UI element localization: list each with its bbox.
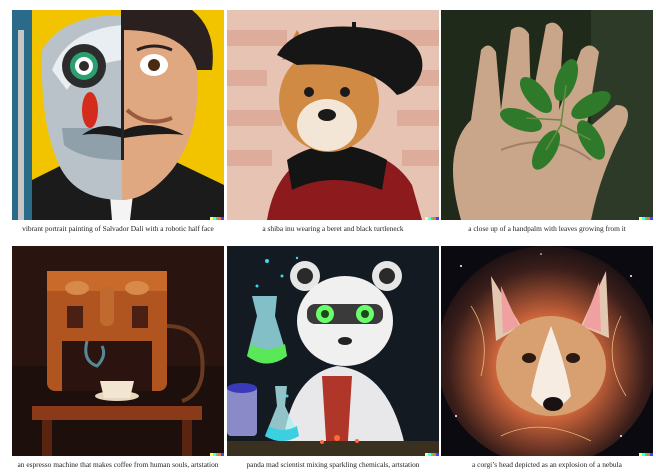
caption: a close up of a handpalm with leaves gro… [468,224,626,233]
hand-with-leaves-photo[interactable] [441,10,653,220]
image-grid: vibrant portrait painting of Salvador Da… [0,0,656,472]
caption: a corgi’s head depicted as an explosion … [472,460,622,469]
espresso-machine-art[interactable] [12,246,224,456]
watermark-bar [210,453,224,456]
caption: a shiba inu wearing a beret and black tu… [262,224,404,233]
watermark-bar [425,217,439,220]
caption: panda mad scientist mixing sparkling che… [246,460,420,469]
caption: an espresso machine that makes coffee fr… [17,460,219,469]
portrait-painting-image[interactable] [12,10,224,220]
watermark-bar [639,217,653,220]
watermark-bar [639,453,653,456]
caption: vibrant portrait painting of Salvador Da… [22,224,214,233]
shiba-inu-photo[interactable] [227,10,439,220]
corgi-nebula-art[interactable] [441,246,653,456]
panda-scientist-art[interactable] [227,246,439,456]
watermark-bar [425,453,439,456]
watermark-bar [210,217,224,220]
